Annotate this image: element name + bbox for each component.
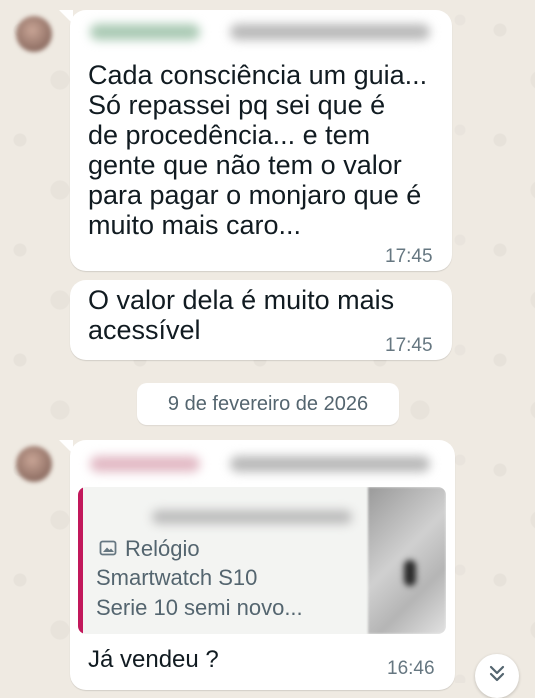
sender-name[interactable] xyxy=(90,456,200,472)
date-separator: 9 de fevereiro de 2026 xyxy=(137,383,399,425)
message-bubble[interactable]: O valor dela é muito mais acessível 17:4… xyxy=(70,280,452,360)
quote-accent-bar xyxy=(78,487,83,634)
sender-phone xyxy=(230,24,430,40)
sender-phone xyxy=(230,456,430,472)
quoted-sender-phone xyxy=(152,510,352,524)
quoted-title: Relógio xyxy=(125,536,200,561)
date-separator-label: 9 de fevereiro de 2026 xyxy=(167,392,369,415)
message-text: Cada consciência um guia... Só repassei … xyxy=(88,60,428,240)
chevron-double-down-icon xyxy=(489,665,505,682)
scroll-to-bottom-button[interactable] xyxy=(475,654,519,698)
contact-avatar[interactable] xyxy=(16,16,52,52)
sender-name[interactable] xyxy=(90,24,200,40)
message-bubble[interactable]: Cada consciência um guia... Só repassei … xyxy=(70,10,452,271)
quoted-image-thumbnail[interactable] xyxy=(368,487,446,634)
thumbnail-subject xyxy=(404,560,416,586)
quoted-text-line: Serie 10 semi novo... xyxy=(96,595,303,620)
message-text: Já vendeu ? xyxy=(88,646,219,673)
image-icon xyxy=(99,540,117,556)
message-time: 16:46 xyxy=(387,658,435,679)
message-text: O valor dela é muito mais acessível xyxy=(88,285,395,345)
quoted-text-line: Smartwatch S10 xyxy=(96,565,258,590)
contact-avatar[interactable] xyxy=(16,446,52,482)
message-time: 17:45 xyxy=(385,335,433,356)
quoted-message[interactable]: Relógio Smartwatch S10 Serie 10 semi nov… xyxy=(78,487,446,634)
message-time: 17:45 xyxy=(385,246,433,267)
